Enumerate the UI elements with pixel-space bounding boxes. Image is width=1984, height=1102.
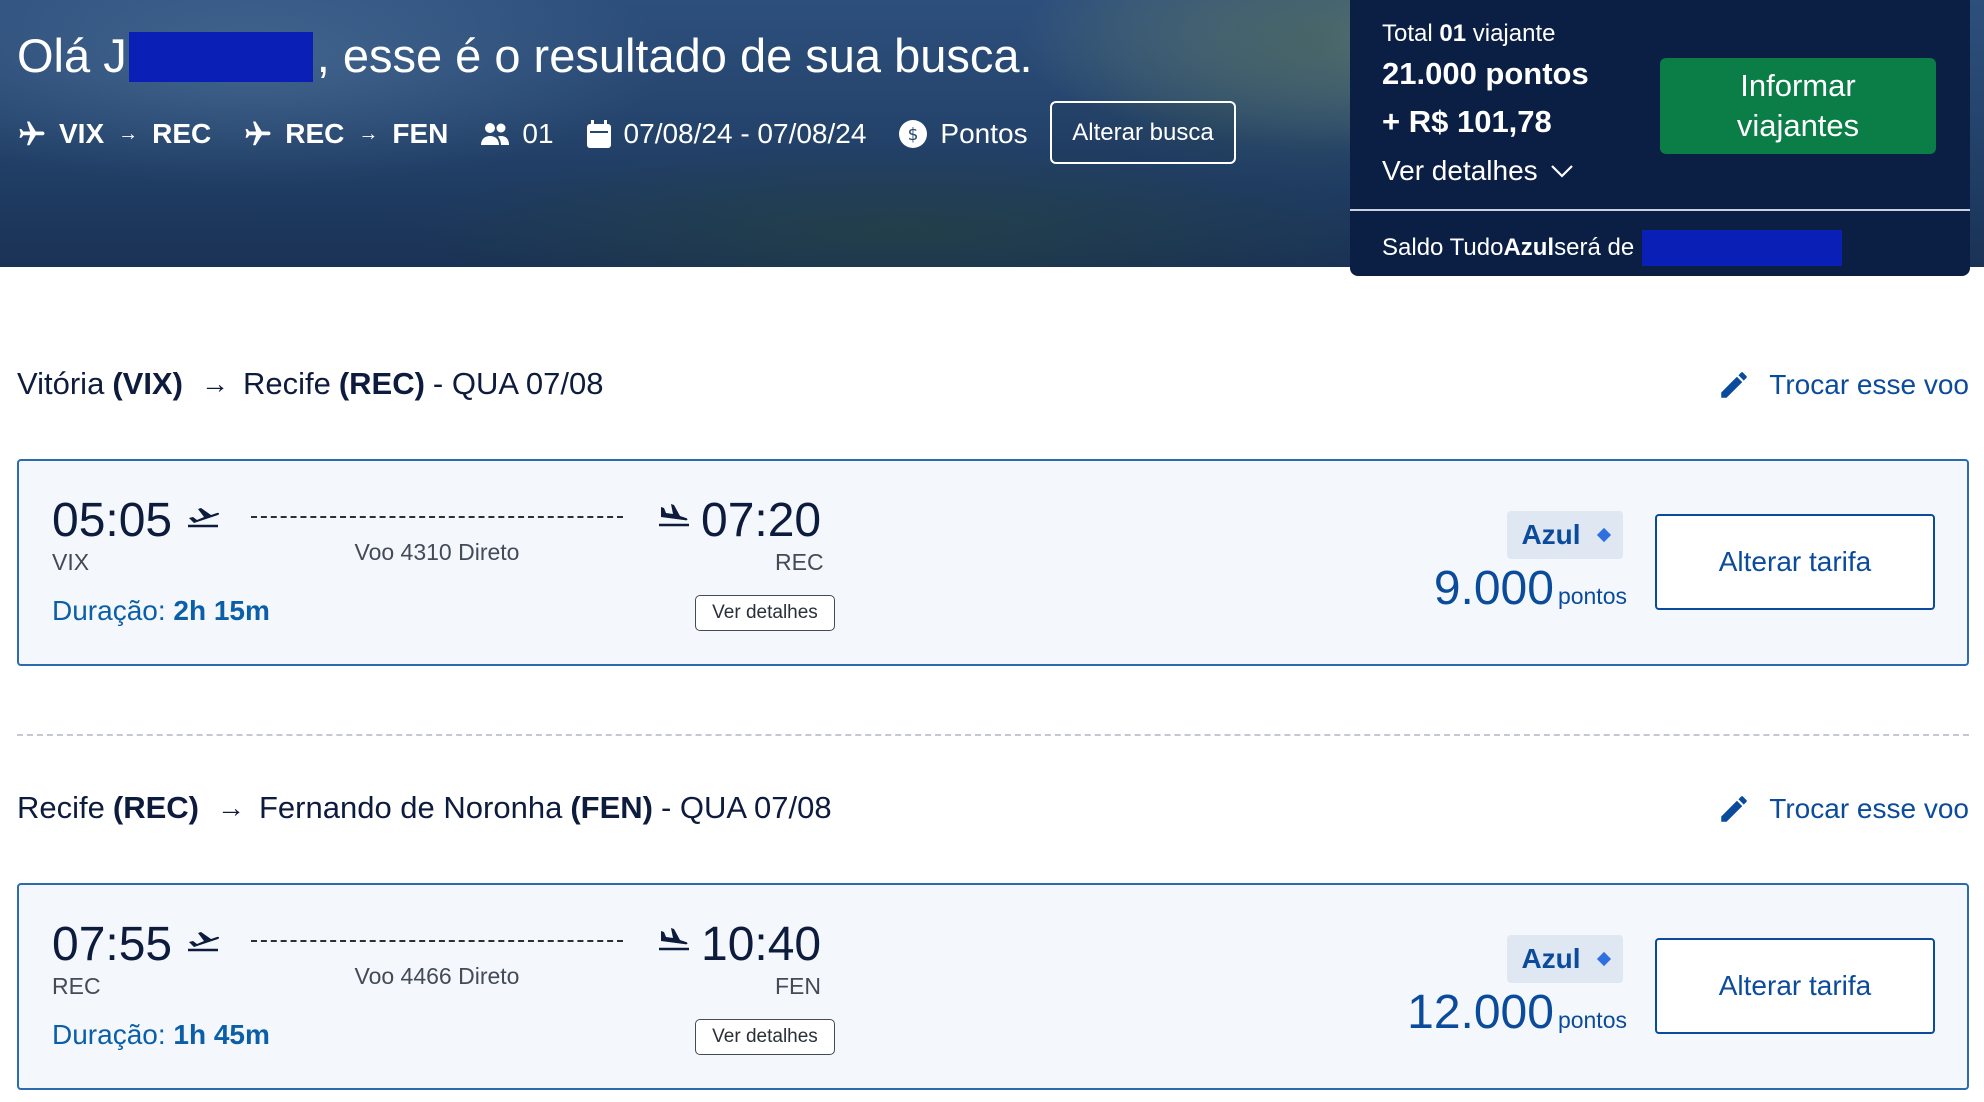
alter-search-button[interactable]: Alterar busca (1050, 101, 1236, 164)
swap-flight-1-link[interactable]: Trocar esse voo (1717, 368, 1969, 402)
arrival-time: 10:40 (701, 918, 822, 971)
fare-price: 9.000 pontos (1433, 562, 1627, 615)
flight-details-button[interactable]: Ver detalhes (695, 1019, 835, 1055)
leg-1-summary: VIX → REC (17, 118, 211, 150)
change-fare-button[interactable]: Alterar tarifa (1655, 514, 1935, 610)
leg-2-title: Recife (REC) → Fernando de Noronha (FEN) - QU… (17, 790, 832, 825)
departure-time: 05:05 (52, 494, 173, 547)
airplane-icon (19, 121, 45, 146)
total-money: + R$ 101,78 (1382, 104, 1552, 139)
leg-1-title: Vitória (VIX) → Recife (REC) - QUA 07/08 (17, 366, 604, 401)
arrival-code: REC (775, 549, 824, 575)
fare-badge: Azul (1507, 511, 1623, 559)
takeoff-icon (188, 508, 220, 528)
redacted-balance (1642, 230, 1843, 266)
greeting: Olá J, esse é o resultado de sua busca. (17, 29, 1033, 82)
diamond-icon (1596, 951, 1611, 967)
fare-badge: Azul (1507, 935, 1623, 983)
total-panel: Total 01 viajante 21.000 pontos + R$ 101… (1350, 0, 1970, 276)
landing-icon (659, 504, 689, 527)
diamond-icon (1596, 527, 1611, 543)
chevron-down-icon (1550, 165, 1573, 178)
fare-price: 12.000 pontos (1407, 986, 1627, 1039)
total-travelers-label: Total 01 viajante (1382, 20, 1556, 47)
flight-card-1[interactable]: 05:05 VIX Voo 4310 Direto 07:20 REC Dura… (17, 459, 1969, 666)
total-points: 21.000 pontos (1382, 56, 1589, 91)
total-details-toggle[interactable]: Ver detalhes (1382, 155, 1574, 187)
date-range: 07/08/24 - 07/08/24 (586, 118, 866, 150)
calendar-icon (586, 120, 611, 148)
change-fare-button[interactable]: Alterar tarifa (1655, 938, 1935, 1034)
flight-number: Voo 4466 Direto (354, 963, 520, 989)
departure-code: REC (52, 973, 101, 999)
airplane-icon (245, 121, 271, 146)
departure-code: VIX (52, 549, 90, 575)
people-icon (481, 123, 510, 145)
arrival-code: FEN (775, 973, 821, 999)
duration: Duração: 2h 15m (52, 595, 270, 626)
landing-icon (659, 928, 689, 951)
route-line (251, 940, 623, 942)
duration: Duração: 1h 45m (52, 1019, 270, 1050)
redacted-name (128, 32, 313, 82)
departure-time: 07:55 (52, 918, 173, 971)
flight-card-2[interactable]: 07:55 REC Voo 4466 Direto 10:40 FEN Dura… (17, 883, 1969, 1090)
swap-flight-2-link[interactable]: Trocar esse voo (1717, 792, 1969, 826)
divider (1350, 209, 1970, 211)
pencil-icon (1721, 372, 1748, 398)
pencil-icon (1721, 796, 1748, 822)
leg-2-summary: REC → FEN (243, 118, 448, 150)
inform-travelers-button[interactable]: Informar viajantes (1660, 58, 1936, 154)
payment-method: $ Pontos (898, 118, 1028, 150)
svg-text:$: $ (908, 125, 919, 145)
passenger-count: 01 (480, 118, 554, 150)
coin-icon: $ (899, 120, 928, 148)
takeoff-icon (188, 932, 220, 952)
section-divider (17, 734, 1969, 736)
saldo-tudoazul: Saldo Tudo Azul será de (1382, 230, 1843, 266)
route-line (251, 516, 623, 518)
flight-details-button[interactable]: Ver detalhes (695, 595, 835, 631)
search-summary: VIX → REC REC → FEN 01 07/08/24 - 07/08/24 $… (17, 114, 1060, 154)
arrival-time: 07:20 (701, 494, 822, 547)
flight-number: Voo 4310 Direto (354, 539, 520, 565)
